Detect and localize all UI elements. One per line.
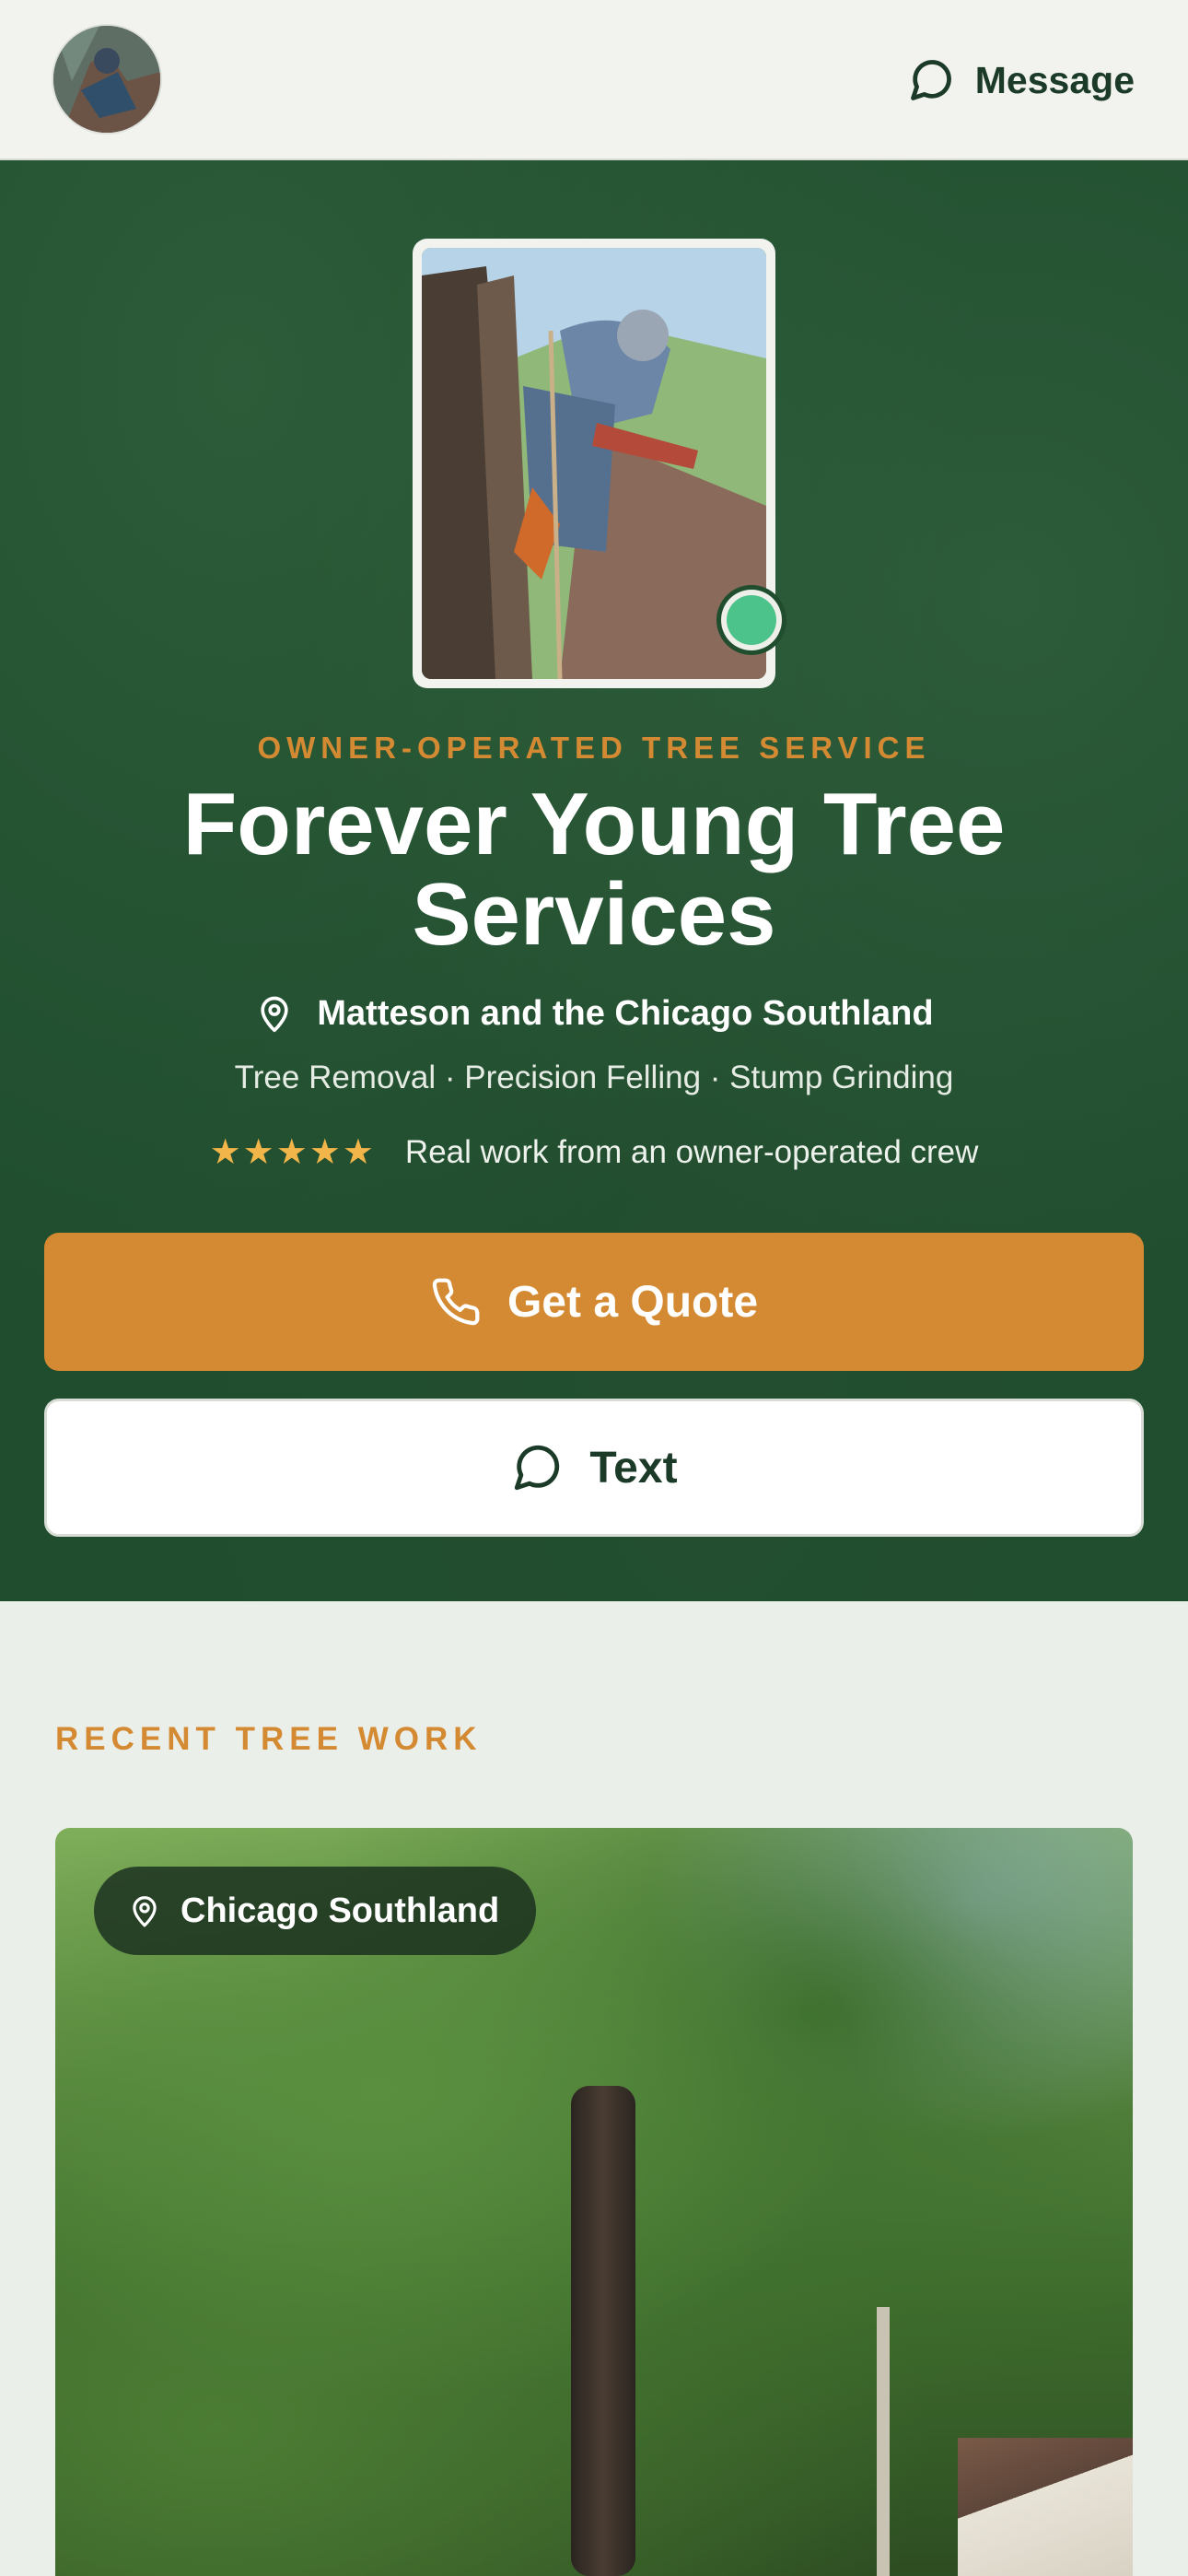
text-button[interactable]: Text: [44, 1399, 1144, 1537]
location-chip-label: Chicago Southland: [181, 1891, 500, 1930]
hero-section: OWNER-OPERATED TREE SERVICE Forever Youn…: [0, 160, 1188, 1601]
chat-bubble-icon: [510, 1441, 564, 1494]
get-quote-label: Get a Quote: [507, 1277, 759, 1327]
recent-work-photo-card[interactable]: Chicago Southland: [55, 1828, 1133, 2576]
profile-avatar[interactable]: [53, 26, 160, 133]
hero-eyebrow: OWNER-OPERATED TREE SERVICE: [257, 731, 931, 765]
house-roof-image: [958, 2438, 1133, 2576]
top-bar: Message: [0, 0, 1188, 160]
owner-photo: [422, 248, 766, 679]
message-button-label: Message: [974, 58, 1135, 101]
tree-trunk-image: [571, 2086, 635, 2576]
map-pin-icon: [127, 1891, 162, 1930]
phone-icon: [430, 1276, 482, 1328]
text-button-label: Text: [589, 1443, 678, 1493]
service-area: Matteson and the Chicago Southland: [0, 991, 1188, 1036]
message-button[interactable]: Message: [907, 48, 1135, 112]
service-area-text: Matteson and the Chicago Southland: [317, 993, 934, 1033]
get-quote-button[interactable]: Get a Quote: [44, 1233, 1144, 1371]
location-chip: Chicago Southland: [94, 1867, 537, 1955]
map-pin-icon: [254, 991, 295, 1036]
chat-bubble-icon: [907, 56, 955, 104]
utility-pole-image: [877, 2307, 890, 2576]
services-list: Tree Removal · Precision Felling · Stump…: [234, 1060, 954, 1095]
online-status-indicator: [716, 585, 786, 655]
recent-work-heading: RECENT TREE WORK: [55, 1721, 483, 1757]
business-name: Forever Young Tree Services: [182, 775, 1006, 964]
star-icon: ★★★★★: [209, 1133, 376, 1172]
rating-row: ★★★★★ Real work from an owner-operated c…: [0, 1131, 1188, 1173]
rating-text: Real work from an owner-operated crew: [404, 1133, 979, 1170]
